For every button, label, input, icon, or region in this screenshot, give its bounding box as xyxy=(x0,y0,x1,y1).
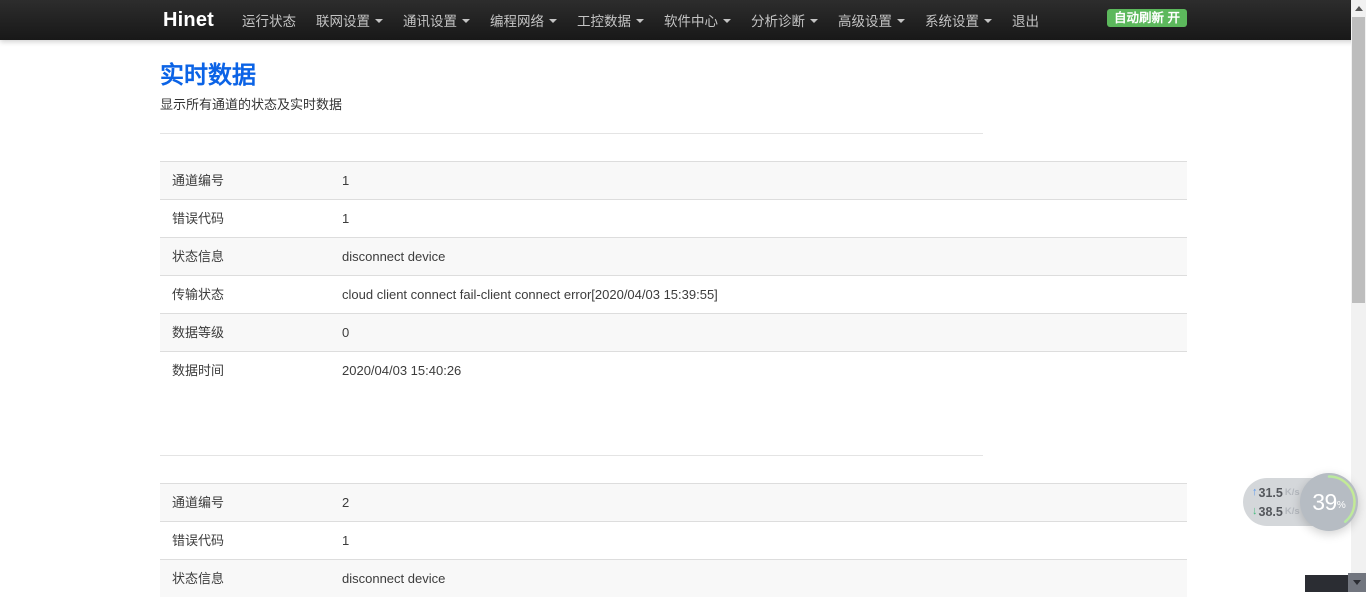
field-row: 通道编号1 xyxy=(160,162,1187,200)
scroll-up-icon xyxy=(1355,6,1363,11)
field-row: 错误代码1 xyxy=(160,200,1187,238)
nav-item-label: 运行状态 xyxy=(242,10,296,30)
nav-item-label: 软件中心 xyxy=(664,10,718,30)
section-divider xyxy=(160,133,983,134)
nav-item-label: 通讯设置 xyxy=(403,10,457,30)
main-content: 实时数据 显示所有通道的状态及实时数据 通道编号1错误代码1状态信息discon… xyxy=(160,40,1200,597)
field-value: 1 xyxy=(330,162,1187,200)
brand-logo[interactable]: Hinet xyxy=(163,9,214,32)
nav-item-run-status[interactable]: 运行状态 xyxy=(232,0,306,40)
field-value: 1 xyxy=(330,522,1187,560)
field-row: 数据等级0 xyxy=(160,314,1187,352)
scroll-up-button[interactable] xyxy=(1351,0,1366,17)
field-row: 传输状态cloud client connect fail-client con… xyxy=(160,276,1187,314)
download-speed-value: 38.5 xyxy=(1259,505,1283,519)
upload-arrow-icon: ↑ xyxy=(1252,487,1258,498)
field-label: 状态信息 xyxy=(160,238,330,276)
upload-speed-unit: K/s xyxy=(1285,487,1300,498)
field-value: disconnect device xyxy=(330,560,1187,597)
scroll-down-button[interactable] xyxy=(1348,573,1366,592)
field-value: 1 xyxy=(330,200,1187,238)
channel-section-1: 通道编号1错误代码1状态信息disconnect device传输状态cloud… xyxy=(160,133,1200,389)
nav-item-label: 高级设置 xyxy=(838,10,892,30)
caret-down-icon xyxy=(636,19,644,23)
field-row: 数据时间2020/04/03 15:40:26 xyxy=(160,352,1187,390)
channel-list: 通道编号1错误代码1状态信息disconnect device传输状态cloud… xyxy=(160,133,1200,597)
nav-item-label: 分析诊断 xyxy=(751,10,805,30)
auto-refresh-badge[interactable]: 自动刷新 开 xyxy=(1107,9,1187,27)
field-value: disconnect device xyxy=(330,238,1187,276)
field-label: 数据时间 xyxy=(160,352,330,390)
page-subtitle: 显示所有通道的状态及实时数据 xyxy=(160,97,1200,113)
field-value: cloud client connect fail-client connect… xyxy=(330,276,1187,314)
caret-down-icon xyxy=(462,19,470,23)
caret-down-icon xyxy=(984,19,992,23)
field-value: 2020/04/03 15:40:26 xyxy=(330,352,1187,390)
memory-gauge[interactable]: 39 % xyxy=(1300,473,1358,531)
field-row: 错误代码1 xyxy=(160,522,1187,560)
field-value: 0 xyxy=(330,314,1187,352)
section-divider xyxy=(160,455,983,456)
channel-table-1: 通道编号1错误代码1状态信息disconnect device传输状态cloud… xyxy=(160,161,1187,389)
top-navbar: Hinet 运行状态联网设置 通讯设置 编程网络 工控数据 软件中心 分析诊断 高级设置 系统… xyxy=(0,0,1366,40)
nav-item-network-settings[interactable]: 联网设置 xyxy=(306,0,393,40)
nav-item-industrial-data[interactable]: 工控数据 xyxy=(567,0,654,40)
nav-item-label: 联网设置 xyxy=(316,10,370,30)
caret-down-icon xyxy=(549,19,557,23)
download-arrow-icon: ↓ xyxy=(1252,506,1258,517)
scrollbar-thumb[interactable] xyxy=(1352,17,1365,303)
nav-item-advanced-settings[interactable]: 高级设置 xyxy=(828,0,915,40)
nav-item-comm-settings[interactable]: 通讯设置 xyxy=(393,0,480,40)
nav-item-label: 退出 xyxy=(1012,10,1039,30)
channel-table-2: 通道编号2错误代码1状态信息disconnect device xyxy=(160,483,1187,597)
caret-down-icon xyxy=(723,19,731,23)
nav-item-analysis-diagnosis[interactable]: 分析诊断 xyxy=(741,0,828,40)
field-label: 数据等级 xyxy=(160,314,330,352)
field-row: 状态信息disconnect device xyxy=(160,560,1187,597)
scroll-down-icon xyxy=(1353,580,1361,585)
caret-down-icon xyxy=(810,19,818,23)
nav-item-label: 编程网络 xyxy=(490,10,544,30)
nav-item-programming-network[interactable]: 编程网络 xyxy=(480,0,567,40)
page-title: 实时数据 xyxy=(160,62,1200,90)
field-label: 错误代码 xyxy=(160,522,330,560)
field-label: 错误代码 xyxy=(160,200,330,238)
field-row: 状态信息disconnect device xyxy=(160,238,1187,276)
field-label: 传输状态 xyxy=(160,276,330,314)
caret-down-icon xyxy=(375,19,383,23)
field-label: 通道编号 xyxy=(160,162,330,200)
nav-item-software-center[interactable]: 软件中心 xyxy=(654,0,741,40)
field-label: 通道编号 xyxy=(160,484,330,522)
nav-item-logout[interactable]: 退出 xyxy=(1002,0,1049,40)
download-speed-unit: K/s xyxy=(1285,506,1300,517)
nav-item-system-settings[interactable]: 系统设置 xyxy=(915,0,1002,40)
upload-speed-value: 31.5 xyxy=(1259,486,1283,500)
field-label: 状态信息 xyxy=(160,560,330,597)
navbar-menu: 运行状态联网设置 通讯设置 编程网络 工控数据 软件中心 分析诊断 高级设置 系统设置 退出 xyxy=(232,0,1049,40)
field-value: 2 xyxy=(330,484,1187,522)
caret-down-icon xyxy=(897,19,905,23)
nav-item-label: 工控数据 xyxy=(577,10,631,30)
field-row: 通道编号2 xyxy=(160,484,1187,522)
channel-section-2: 通道编号2错误代码1状态信息disconnect device xyxy=(160,455,1200,597)
nav-item-label: 系统设置 xyxy=(925,10,979,30)
gauge-arc-icon xyxy=(1300,473,1358,531)
